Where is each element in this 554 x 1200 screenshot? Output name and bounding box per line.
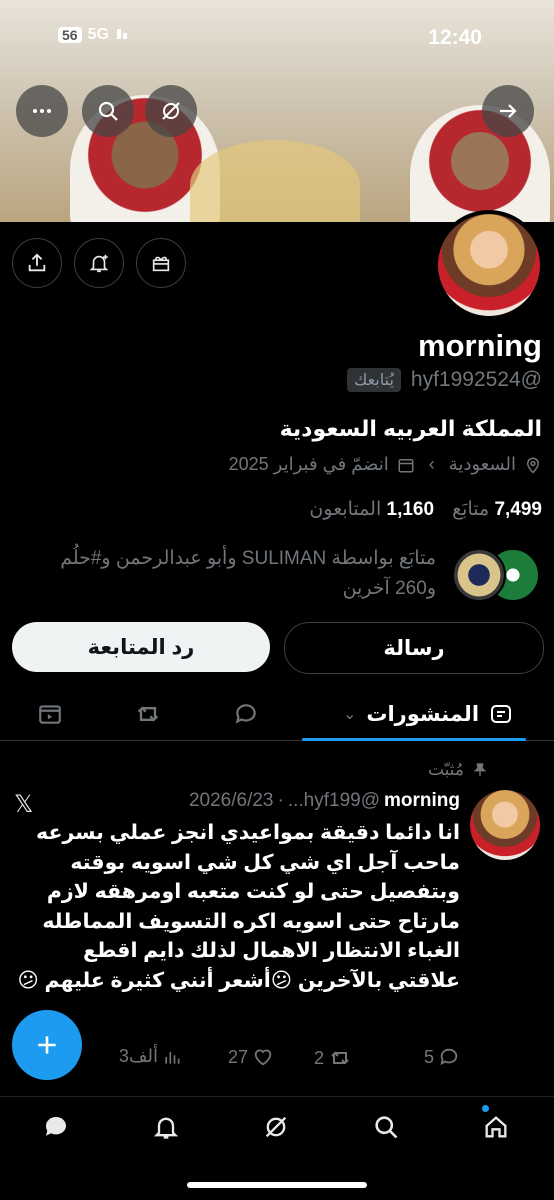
calendar-icon xyxy=(398,458,414,472)
bell-icon xyxy=(153,1117,179,1139)
signal-badge: 56 xyxy=(58,27,82,43)
profile-avatar[interactable] xyxy=(434,210,544,320)
repost-icon xyxy=(137,706,159,722)
home-icon xyxy=(485,1116,507,1138)
more-options-button[interactable] xyxy=(16,85,68,137)
following-stat[interactable]: 7,499 متابَع xyxy=(452,498,542,521)
reply-icon xyxy=(440,1048,458,1066)
followers-stat[interactable]: 1,160 المتابعون xyxy=(309,498,434,521)
search-icon xyxy=(375,1116,398,1139)
chevron-down-icon: ⌄ xyxy=(342,706,357,723)
profile-tabs: ⌄ المنشورات xyxy=(0,688,554,741)
profile-meta: السعودية › انضمّ في فبراير 2025 xyxy=(229,454,542,475)
status-bar: 56 5G 12:40 xyxy=(0,24,554,54)
repost-action[interactable]: 2 xyxy=(314,1046,352,1070)
follow-stats: 7,499 متابَع 1,160 المتابعون xyxy=(309,498,542,521)
follower-avatar-2 xyxy=(452,548,506,602)
profile-handle: @hyf1992524 xyxy=(410,368,542,391)
network-type: 5G xyxy=(87,26,109,43)
grok-button[interactable] xyxy=(145,85,197,137)
tab-posts-label: المنشورات xyxy=(366,702,480,726)
nav-notifications[interactable] xyxy=(148,1109,184,1145)
nav-messages[interactable] xyxy=(38,1109,74,1145)
signal-icon xyxy=(115,26,127,44)
views-icon xyxy=(165,1051,180,1064)
posts-icon xyxy=(491,705,512,723)
views-action[interactable]: 3ألف xyxy=(119,1046,182,1067)
followers-count: 1,160 xyxy=(386,499,435,520)
tab-posts[interactable]: ⌄ المنشورات xyxy=(318,688,538,740)
profile-joined: انضمّ في فبراير 2025 xyxy=(228,454,389,474)
active-tab-indicator xyxy=(302,738,526,741)
pin-icon xyxy=(473,763,487,776)
followed-by-text[interactable]: متابَع بواسطة SULIMAN وأبو عبدالرحمن و#ح… xyxy=(16,544,436,604)
grok-icon xyxy=(162,102,180,120)
back-button[interactable] xyxy=(482,85,534,137)
bell-plus-icon xyxy=(89,254,109,273)
followers-label: المتابعون xyxy=(309,499,382,520)
nav-search[interactable] xyxy=(368,1109,404,1145)
following-label: متابَع xyxy=(452,499,490,520)
reply-count: 5 xyxy=(423,1046,434,1067)
like-action[interactable]: 27 xyxy=(228,1046,274,1068)
nav-home[interactable] xyxy=(478,1105,514,1145)
tweet-text: انا دائما دقيقة بمواعيدي انجز عملي بسرعه… xyxy=(17,821,460,992)
profile-bio: المملكة العربيه السعودية xyxy=(279,416,542,441)
search-icon xyxy=(98,101,118,121)
follow-back-button[interactable]: رد المتابعة xyxy=(12,622,270,672)
media-icon xyxy=(39,705,61,724)
notify-button[interactable] xyxy=(74,238,124,288)
tweet-header: morning @hyf199... · 2026/6/23 xyxy=(189,790,460,812)
views-count: 3ألف xyxy=(118,1046,158,1066)
tweet-avatar[interactable] xyxy=(470,790,540,860)
share-icon xyxy=(28,253,46,272)
profile-name: morning xyxy=(418,328,542,363)
nav-grok[interactable] xyxy=(258,1109,294,1145)
tab-reposts[interactable] xyxy=(118,688,178,740)
reply-action[interactable]: 5 xyxy=(424,1046,460,1068)
location-icon xyxy=(526,457,540,474)
home-indicator[interactable] xyxy=(187,1182,367,1188)
compose-button[interactable] xyxy=(12,1010,82,1080)
status-time: 12:40 xyxy=(428,26,482,49)
tweet-actions: 5 2 27 3ألف xyxy=(0,1046,554,1080)
arrow-right-icon xyxy=(500,104,517,118)
repost-count: 2 xyxy=(313,1047,324,1068)
repost-icon xyxy=(331,1051,349,1065)
chat-bubble-icon xyxy=(45,1117,66,1136)
tab-media[interactable] xyxy=(20,688,80,740)
bottom-navigation xyxy=(0,1096,554,1157)
gift-icon xyxy=(152,256,170,272)
handle-row: @hyf1992524 يُتابعك xyxy=(347,368,542,392)
tweet-date: 2026/6/23 xyxy=(188,790,274,811)
following-count: 7,499 xyxy=(494,499,542,520)
banner-ornament xyxy=(190,140,360,222)
heart-icon xyxy=(254,1049,272,1066)
tab-replies[interactable] xyxy=(216,688,276,740)
chevron-icon: › xyxy=(428,454,435,474)
x-logo-icon[interactable]: 𝕏 xyxy=(14,790,33,819)
network-indicator: 56 5G xyxy=(58,26,127,44)
more-icon xyxy=(33,109,51,113)
home-notification-dot xyxy=(482,1105,489,1112)
message-button[interactable]: رسالة xyxy=(284,622,544,674)
gift-button[interactable] xyxy=(136,238,186,288)
grok-icon xyxy=(265,1116,287,1138)
like-count: 27 xyxy=(227,1046,248,1067)
profile-location: السعودية xyxy=(448,454,516,474)
tweet-author-name: morning xyxy=(384,790,460,811)
follows-you-badge: يُتابعك xyxy=(347,368,401,392)
pinned-label: مُثبّت xyxy=(427,760,464,779)
share-button[interactable] xyxy=(12,238,62,288)
tweet-author-handle: @hyf199... xyxy=(287,790,380,811)
tweet-separator: · xyxy=(277,790,284,811)
pinned-label-row: مُثبّت xyxy=(428,760,488,780)
plus-icon xyxy=(38,1036,56,1054)
search-profile-button[interactable] xyxy=(82,85,134,137)
reply-icon xyxy=(235,704,256,724)
